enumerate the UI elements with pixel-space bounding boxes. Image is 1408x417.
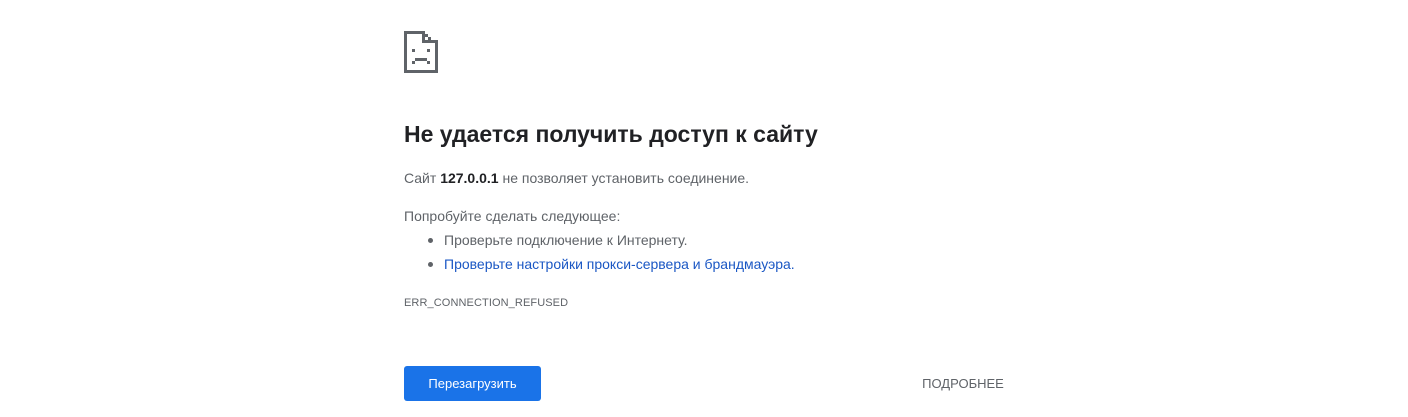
- error-page: Не удается получить доступ к сайту Сайт …: [0, 0, 1408, 417]
- reload-button[interactable]: Перезагрузить: [404, 366, 541, 401]
- sad-document-icon: [404, 31, 438, 73]
- proxy-settings-link[interactable]: Проверьте настройки прокси-сервера и бра…: [444, 256, 795, 272]
- summary-suffix: не позволяет установить соединение.: [498, 170, 750, 186]
- suggestions-heading: Попробуйте сделать следующее:: [404, 208, 621, 224]
- summary-host: 127.0.0.1: [440, 170, 499, 186]
- suggestions-list: Проверьте подключение к Интернету. Прове…: [404, 232, 795, 280]
- error-summary: Сайт 127.0.0.1 не позволяет установить с…: [404, 170, 749, 186]
- bullet-icon: [428, 238, 433, 243]
- list-item: Проверьте настройки прокси-сервера и бра…: [404, 256, 795, 280]
- suggestion-text: Проверьте подключение к Интернету.: [444, 232, 688, 248]
- list-item: Проверьте подключение к Интернету.: [404, 232, 795, 256]
- details-button[interactable]: ПОДРОБНЕЕ: [905, 366, 1021, 401]
- bullet-icon: [428, 262, 433, 267]
- error-code: ERR_CONNECTION_REFUSED: [404, 297, 569, 309]
- page-title: Не удается получить доступ к сайту: [404, 121, 818, 147]
- summary-prefix: Сайт: [404, 170, 441, 186]
